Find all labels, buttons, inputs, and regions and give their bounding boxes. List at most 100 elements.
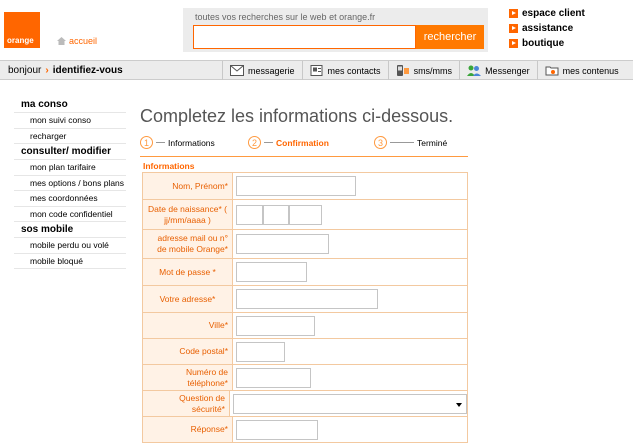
- step-label: Informations: [168, 137, 215, 148]
- nav-item-sms[interactable]: sms/mms: [387, 61, 460, 80]
- registration-form: Nom, Prénom* Date de naissance* ( jj/mm/…: [142, 172, 468, 443]
- step-dash: [390, 142, 414, 143]
- phone-icon: [396, 65, 410, 76]
- logo-text: orange: [7, 36, 34, 45]
- sidebar-item-suivi-conso[interactable]: mon suivi conso: [14, 113, 126, 129]
- assistance-label: assistance: [522, 23, 574, 34]
- zip-input[interactable]: [236, 341, 285, 362]
- city-label: Ville*: [143, 313, 233, 338]
- birth-day-input[interactable]: [236, 204, 263, 225]
- top-links: espace client assistance boutique: [509, 6, 585, 51]
- chevron-right-icon: ›: [45, 65, 49, 76]
- section-divider: [140, 156, 468, 157]
- form-row-address: Votre adresse*: [143, 286, 468, 313]
- birth-label: Date de naissance* ( jj/mm/aaaa ): [143, 200, 233, 229]
- form-row-zip: Code postal*: [143, 339, 468, 365]
- search-input[interactable]: [193, 25, 416, 49]
- nav-item-messenger[interactable]: Messenger: [459, 61, 537, 80]
- address-label: Votre adresse*: [143, 286, 233, 312]
- nav-item-contacts[interactable]: mes contacts: [301, 61, 388, 80]
- step-dash: [156, 142, 165, 143]
- sidebar-item-mobile-perdu[interactable]: mobile perdu ou volé: [14, 238, 126, 254]
- birth-year-input[interactable]: [289, 204, 322, 225]
- contacts-icon: [310, 65, 324, 76]
- identify-link[interactable]: identifiez-vous: [53, 65, 123, 76]
- section-title: Informations: [143, 161, 195, 171]
- page: orange accueil toutes vos recherches sur…: [0, 0, 633, 443]
- nav-item-contenus[interactable]: mes contenus: [536, 61, 626, 80]
- form-row-phone: Numéro de téléphone*: [143, 365, 468, 391]
- city-input[interactable]: [236, 315, 315, 336]
- email-label: adresse mail ou n° de mobile Orange*: [143, 230, 233, 258]
- sidebar-item-plan-tarifaire[interactable]: mon plan tarifaire: [14, 160, 126, 176]
- step-label: Terminé: [417, 137, 448, 148]
- assistance-link[interactable]: assistance: [509, 21, 585, 36]
- boutique-link[interactable]: boutique: [509, 36, 585, 51]
- step-dash: [264, 142, 273, 143]
- greeting: bonjour › identifiez-vous: [8, 65, 123, 76]
- nav-items: messagerie mes contacts sms/mms Messenge…: [222, 61, 626, 81]
- progress-steps: 1 Informations 2 Confirmation 3 Terminé: [140, 136, 470, 150]
- step-informations: 1 Informations: [140, 136, 215, 149]
- question-label: Question de sécurité*: [143, 391, 230, 416]
- home-link-label: accueil: [69, 36, 98, 46]
- form-row-email: adresse mail ou n° de mobile Orange*: [143, 230, 468, 259]
- form-row-password: Mot de passe *: [143, 259, 468, 286]
- contents-icon: [545, 65, 559, 76]
- step-confirmation: 2 Confirmation: [248, 136, 329, 149]
- sidebar: ma conso mon suivi conso recharger consu…: [14, 97, 126, 269]
- nav-item-label: sms/mms: [413, 65, 453, 76]
- form-row-birth: Date de naissance* ( jj/mm/aaaa ): [143, 200, 468, 230]
- orange-logo[interactable]: orange: [4, 12, 40, 48]
- sidebar-item-recharger[interactable]: recharger: [14, 129, 126, 144]
- messenger-icon: [467, 65, 482, 76]
- search-box: toutes vos recherches sur le web et oran…: [183, 8, 488, 52]
- form-row-answer: Réponse*: [143, 417, 468, 443]
- phone-input[interactable]: [236, 367, 311, 388]
- greeting-text: bonjour: [8, 65, 42, 76]
- home-icon: [57, 37, 66, 45]
- search-button[interactable]: rechercher: [416, 25, 484, 49]
- boutique-label: boutique: [522, 38, 565, 49]
- security-question-select[interactable]: [233, 393, 467, 414]
- name-label: Nom, Prénom*: [143, 173, 233, 199]
- sidebar-item-mobile-bloque[interactable]: mobile bloqué: [14, 254, 126, 269]
- answer-label: Réponse*: [143, 417, 233, 442]
- step-number: 3: [374, 136, 387, 149]
- form-row-city: Ville*: [143, 313, 468, 339]
- name-input[interactable]: [236, 176, 356, 196]
- answer-input[interactable]: [236, 419, 318, 440]
- espace-client-label: espace client: [522, 8, 585, 19]
- step-number: 1: [140, 136, 153, 149]
- sidebar-item-code-confidentiel[interactable]: mon code confidentiel: [14, 207, 126, 222]
- password-input[interactable]: [236, 262, 307, 282]
- form-row-question: Question de sécurité*: [143, 391, 468, 417]
- nav-item-label: messagerie: [248, 65, 295, 76]
- nav-item-label: mes contenus: [562, 65, 619, 76]
- home-link[interactable]: accueil: [57, 36, 97, 46]
- search-caption: toutes vos recherches sur le web et oran…: [195, 12, 376, 22]
- sidebar-section-title: sos mobile: [14, 222, 126, 238]
- birth-month-input[interactable]: [263, 204, 289, 225]
- email-input[interactable]: [236, 234, 329, 254]
- envelope-icon: [230, 65, 244, 76]
- step-label: Confirmation: [276, 137, 329, 148]
- nav-bar: bonjour › identifiez-vous messagerie mes…: [0, 60, 633, 80]
- password-label: Mot de passe *: [143, 259, 233, 285]
- address-input[interactable]: [236, 289, 378, 309]
- nav-item-messagerie[interactable]: messagerie: [222, 61, 302, 80]
- form-row-name: Nom, Prénom*: [143, 173, 468, 200]
- sidebar-item-options[interactable]: mes options / bons plans: [14, 176, 126, 191]
- page-title: Completez les informations ci-dessous.: [140, 106, 454, 126]
- nav-item-label: Messenger: [485, 65, 530, 76]
- chevron-down-icon: [456, 402, 462, 407]
- zip-label: Code postal*: [143, 339, 233, 364]
- phone-label: Numéro de téléphone*: [143, 365, 233, 390]
- arrow-right-icon: [509, 9, 518, 18]
- sidebar-item-coordonnees[interactable]: mes coordonnées: [14, 191, 126, 207]
- arrow-right-icon: [509, 24, 518, 33]
- espace-client-link[interactable]: espace client: [509, 6, 585, 21]
- nav-item-label: mes contacts: [327, 65, 381, 76]
- step-termine: 3 Terminé: [374, 136, 447, 149]
- sidebar-section-title: ma conso: [14, 97, 126, 113]
